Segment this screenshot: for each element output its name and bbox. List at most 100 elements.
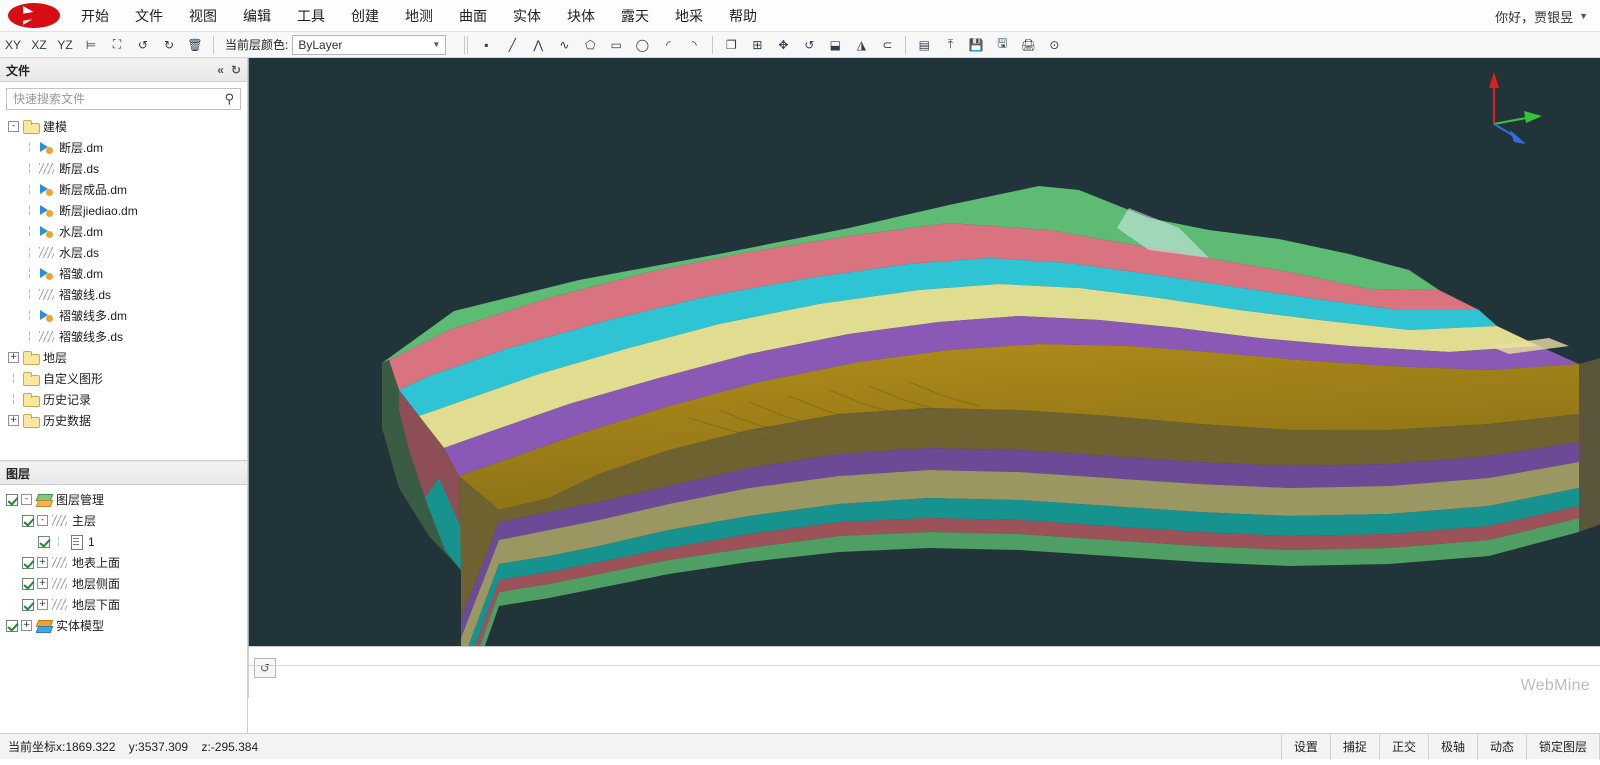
- tree-row[interactable]: ¦ 褶皱线多.ds: [8, 326, 247, 347]
- tree-row[interactable]: ¦ 褶皱线多.dm: [8, 305, 247, 326]
- status-button-0[interactable]: 设置: [1282, 733, 1331, 760]
- scale-button[interactable]: ⬓: [823, 34, 847, 56]
- layer-tree[interactable]: - 图层管理 - 主层 ¦ 1 + 地表上面 + 地层侧面 + 地层下面 + 实体模型: [0, 485, 247, 733]
- layer-visibility-checkbox[interactable]: [22, 577, 34, 590]
- status-button-2[interactable]: 正交: [1380, 733, 1429, 760]
- collapse-node-icon[interactable]: -: [8, 121, 19, 132]
- tree-row[interactable]: + 历史数据: [8, 410, 247, 431]
- tree-row[interactable]: - 图层管理: [6, 489, 247, 510]
- collapse-icon[interactable]: «: [217, 63, 224, 77]
- menu-item-9[interactable]: 块体: [554, 0, 608, 32]
- menu-item-4[interactable]: 工具: [284, 0, 338, 32]
- tree-row[interactable]: ¦ 历史记录: [8, 389, 247, 410]
- menu-item-6[interactable]: 地测: [392, 0, 446, 32]
- status-button-4[interactable]: 动态: [1478, 733, 1527, 760]
- command-area[interactable]: ↺ WebMine: [248, 646, 1600, 698]
- search-input[interactable]: [13, 92, 225, 106]
- refresh-icon[interactable]: ↻: [231, 63, 241, 77]
- move-button[interactable]: ✥: [771, 34, 795, 56]
- tree-row[interactable]: + 地层下面: [6, 594, 247, 615]
- delete-button[interactable]: 🗑: [183, 34, 207, 56]
- expand-node-icon[interactable]: +: [37, 599, 48, 610]
- mirror-button[interactable]: ◮: [849, 34, 873, 56]
- zoom-extents-button[interactable]: ⛶: [105, 34, 129, 56]
- tree-row[interactable]: ¦ 断层jiediao.dm: [8, 200, 247, 221]
- menu-item-0[interactable]: 开始: [68, 0, 122, 32]
- layer-visibility-checkbox[interactable]: [6, 493, 18, 506]
- expand-node-icon[interactable]: +: [37, 578, 48, 589]
- history-icon[interactable]: ↺: [254, 658, 276, 678]
- expand-node-icon[interactable]: +: [21, 620, 32, 631]
- tree-row[interactable]: ¦ 水层.dm: [8, 221, 247, 242]
- line-tool-button[interactable]: ╱: [500, 34, 524, 56]
- layer-visibility-checkbox[interactable]: [6, 619, 18, 632]
- undo-button[interactable]: ↺: [131, 34, 155, 56]
- array-button[interactable]: ⊞: [745, 34, 769, 56]
- expand-node-icon[interactable]: +: [8, 415, 19, 426]
- app-logo[interactable]: [0, 0, 68, 32]
- view-section-button[interactable]: ⊨: [79, 34, 103, 56]
- view-yz-button[interactable]: YZ: [53, 34, 77, 56]
- search-icon[interactable]: ⚲: [224, 91, 234, 107]
- tree-row[interactable]: ¦ 水层.ds: [8, 242, 247, 263]
- collapse-node-icon[interactable]: -: [37, 515, 48, 526]
- status-button-5[interactable]: 锁定图层: [1527, 733, 1600, 760]
- menu-item-3[interactable]: 编辑: [230, 0, 284, 32]
- point-tool-button[interactable]: ▪: [474, 34, 498, 56]
- circle-tool-button[interactable]: ◯: [630, 34, 654, 56]
- tree-row[interactable]: + 地层侧面: [6, 573, 247, 594]
- status-button-1[interactable]: 捕捉: [1331, 733, 1380, 760]
- layer-visibility-checkbox[interactable]: [38, 535, 50, 548]
- view-xy-button[interactable]: XY: [1, 34, 25, 56]
- model-viewport[interactable]: [248, 58, 1600, 646]
- tree-row[interactable]: - 建模: [8, 116, 247, 137]
- status-button-3[interactable]: 极轴: [1429, 733, 1478, 760]
- tree-row[interactable]: ¦ 1: [6, 531, 247, 552]
- menu-item-12[interactable]: 帮助: [716, 0, 770, 32]
- arc-tool-button[interactable]: ◜: [656, 34, 680, 56]
- settings-button[interactable]: ⊙: [1042, 34, 1066, 56]
- rectangle-tool-button[interactable]: ▭: [604, 34, 628, 56]
- menu-item-7[interactable]: 曲面: [446, 0, 500, 32]
- offset-button[interactable]: ⊂: [875, 34, 899, 56]
- menu-item-5[interactable]: 创建: [338, 0, 392, 32]
- polyline-tool-button[interactable]: ⋀: [526, 34, 550, 56]
- print-button[interactable]: 🖨: [1016, 34, 1040, 56]
- tree-row[interactable]: ¦ 褶皱.dm: [8, 263, 247, 284]
- redo-button[interactable]: ↻: [157, 34, 181, 56]
- layer-visibility-checkbox[interactable]: [22, 514, 34, 527]
- spline-tool-button[interactable]: ∿: [552, 34, 576, 56]
- tree-row[interactable]: ¦ 断层.ds: [8, 158, 247, 179]
- view-xz-button[interactable]: XZ: [27, 34, 51, 56]
- save-as-button[interactable]: 🖫: [990, 34, 1014, 56]
- curve-tool-button[interactable]: ◝: [682, 34, 706, 56]
- menu-item-10[interactable]: 露天: [608, 0, 662, 32]
- layer-visibility-checkbox[interactable]: [22, 556, 34, 569]
- menu-item-2[interactable]: 视图: [176, 0, 230, 32]
- file-search-box[interactable]: ⚲: [6, 88, 241, 110]
- save-button[interactable]: 💾: [964, 34, 988, 56]
- copy-button[interactable]: ❐: [719, 34, 743, 56]
- menu-item-1[interactable]: 文件: [122, 0, 176, 32]
- menu-item-8[interactable]: 实体: [500, 0, 554, 32]
- user-menu[interactable]: 你好，贾银昱 ▼: [1495, 0, 1588, 32]
- tree-row[interactable]: ¦ 断层.dm: [8, 137, 247, 158]
- file-tree[interactable]: - 建模 ¦ 断层.dm ¦ 断层.ds ¦ 断层成品.dm ¦ 断层jiediao.dm ¦ 水层.…: [0, 114, 247, 460]
- tree-row[interactable]: + 地表上面: [6, 552, 247, 573]
- tree-row[interactable]: ¦ 断层成品.dm: [8, 179, 247, 200]
- menu-item-11[interactable]: 地采: [662, 0, 716, 32]
- tree-row[interactable]: ¦ 自定义图形: [8, 368, 247, 389]
- tree-row[interactable]: ¦ 褶皱线.ds: [8, 284, 247, 305]
- tree-row[interactable]: + 实体模型: [6, 615, 247, 636]
- expand-node-icon[interactable]: +: [8, 352, 19, 363]
- layer-color-select[interactable]: ByLayer ▼: [292, 34, 447, 55]
- tree-row[interactable]: - 主层: [6, 510, 247, 531]
- import-button[interactable]: ⤒: [938, 34, 962, 56]
- rotate-button[interactable]: ↺: [797, 34, 821, 56]
- tree-row[interactable]: + 地层: [8, 347, 247, 368]
- layer-visibility-checkbox[interactable]: [22, 598, 34, 611]
- collapse-node-icon[interactable]: -: [21, 494, 32, 505]
- properties-button[interactable]: ▤: [912, 34, 936, 56]
- polygon-tool-button[interactable]: ⬠: [578, 34, 602, 56]
- expand-node-icon[interactable]: +: [37, 557, 48, 568]
